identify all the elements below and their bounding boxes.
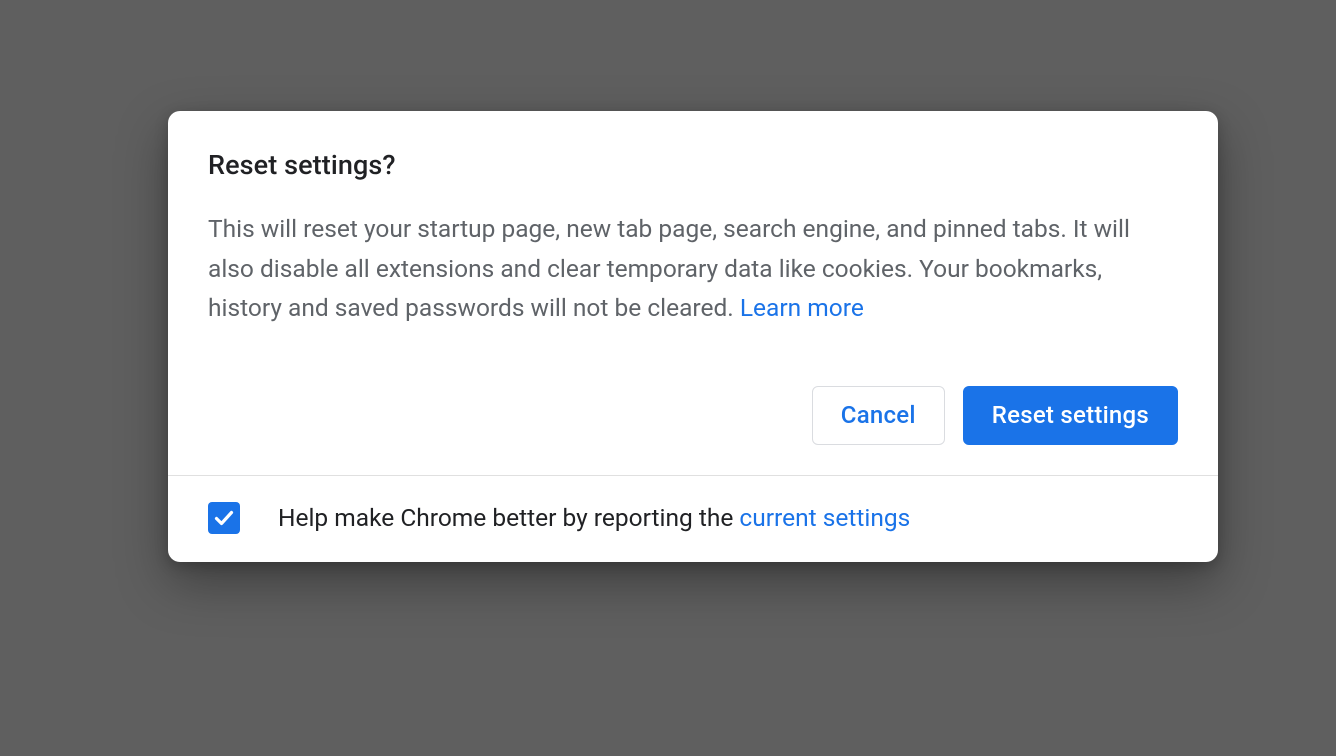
footer-text-prefix: Help make Chrome better by reporting the (278, 503, 739, 532)
footer-text: Help make Chrome better by reporting the… (278, 503, 910, 532)
learn-more-link[interactable]: Learn more (740, 293, 864, 322)
dialog-title: Reset settings? (208, 149, 1178, 181)
cancel-button[interactable]: Cancel (812, 386, 945, 445)
dialog-body: Reset settings? This will reset your sta… (168, 111, 1218, 475)
report-settings-checkbox[interactable] (208, 502, 240, 534)
reset-settings-dialog: Reset settings? This will reset your sta… (168, 111, 1218, 562)
reset-settings-button[interactable]: Reset settings (963, 386, 1178, 445)
dialog-footer: Help make Chrome better by reporting the… (168, 475, 1218, 562)
dialog-description: This will reset your startup page, new t… (208, 209, 1178, 328)
dialog-actions: Cancel Reset settings (208, 386, 1178, 445)
check-icon (212, 506, 236, 530)
current-settings-link[interactable]: current settings (739, 503, 910, 532)
dialog-description-text: This will reset your startup page, new t… (208, 214, 1130, 322)
